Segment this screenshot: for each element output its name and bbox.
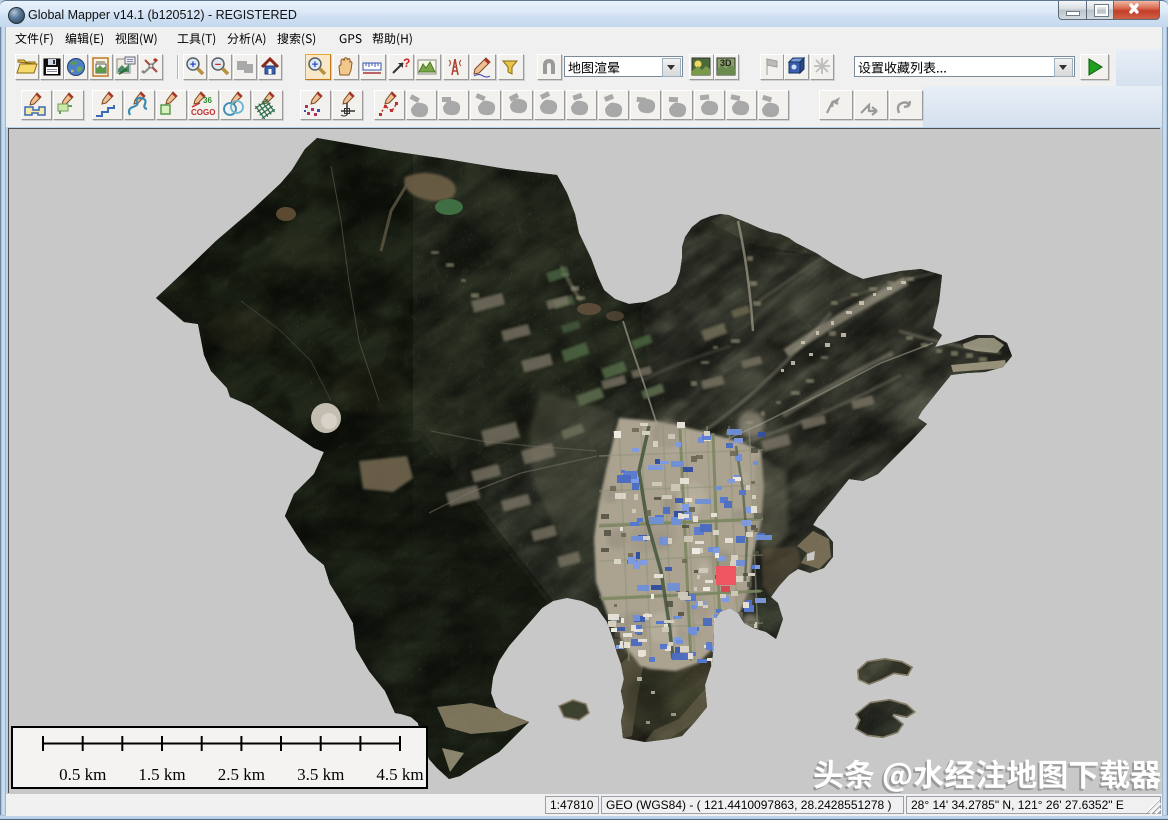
svg-text:+: + xyxy=(312,59,318,71)
svg-text:36: 36 xyxy=(203,96,212,105)
svg-text:−: − xyxy=(214,59,220,71)
svg-text:3D: 3D xyxy=(720,58,732,68)
svg-text:1.5 km: 1.5 km xyxy=(138,765,185,784)
svg-text:COGO: COGO xyxy=(191,108,215,117)
svg-text:+: + xyxy=(189,59,195,71)
svg-text:0.5 km: 0.5 km xyxy=(59,765,106,784)
svg-text:?: ? xyxy=(403,56,410,70)
svg-text:4.5 km: 4.5 km xyxy=(376,765,423,784)
svg-text:2.5 km: 2.5 km xyxy=(218,765,265,784)
svg-text:3.5 km: 3.5 km xyxy=(297,765,344,784)
